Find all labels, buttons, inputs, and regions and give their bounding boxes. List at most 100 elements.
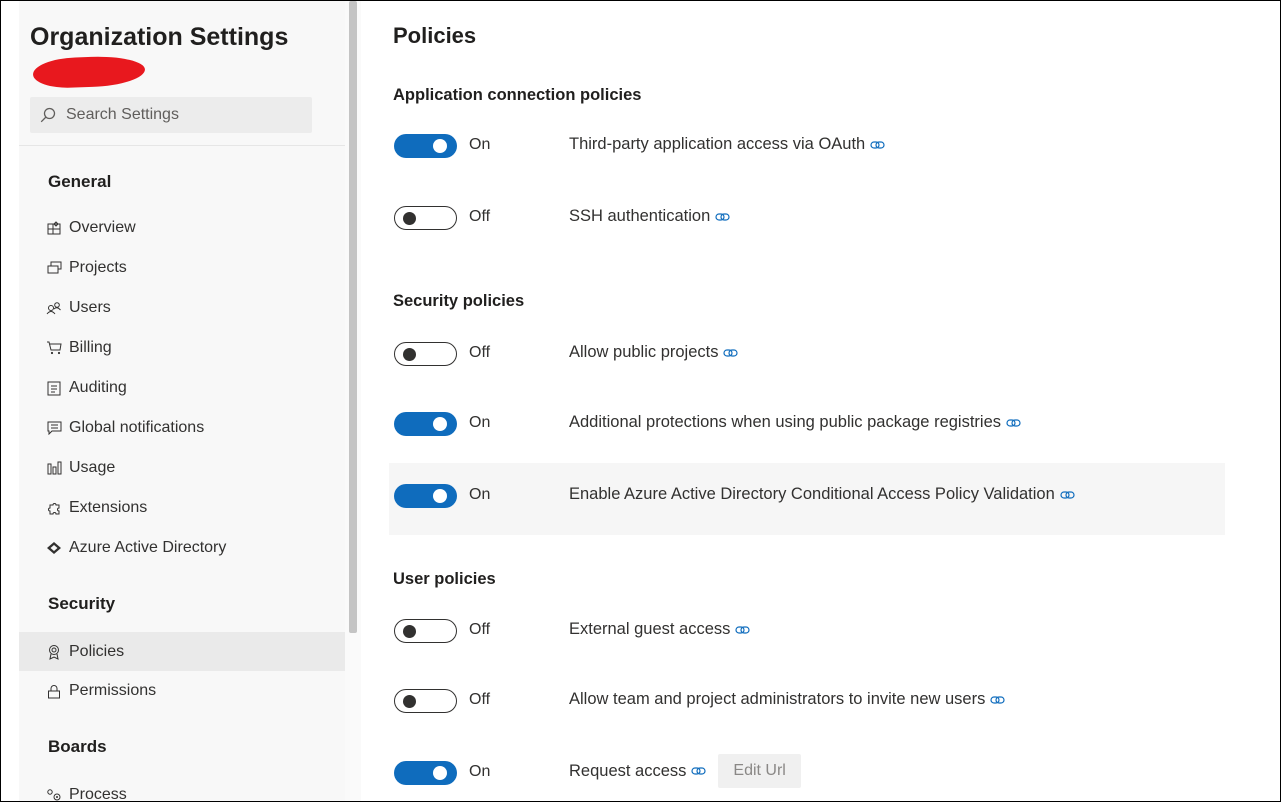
group-heading-boards: Boards [48,737,107,756]
sidebar-item-process[interactable]: Process [19,776,345,802]
link-icon[interactable] [1060,490,1075,500]
guest-access-toggle[interactable] [394,619,457,643]
sidebar-item-azure-active-directory[interactable]: Azure Active Directory [19,529,345,567]
section-heading-user: User policies [393,570,496,588]
link-icon[interactable] [691,766,707,776]
sidebar-item-usage[interactable]: Usage [19,449,345,487]
search-icon [40,107,56,123]
sidebar-scrollbar-thumb[interactable] [349,1,357,633]
aad-diamond-icon [45,541,63,555]
users-icon [45,301,63,315]
sidebar-item-label: Usage [69,459,116,476]
invite-users-toggle[interactable] [394,689,457,713]
link-icon[interactable] [870,140,885,150]
sidebar-item-users[interactable]: Users [19,289,345,327]
redacted-organization-name [32,55,146,89]
usage-chart-icon [45,461,63,475]
sidebar-item-policies[interactable]: Policies [19,632,345,671]
link-icon[interactable] [990,695,1005,705]
policy-label-text: Allow team and project administrators to… [569,690,986,708]
sidebar-item-auditing[interactable]: Auditing [19,369,345,407]
policy-label: SSH authentication [569,207,730,226]
sidebar-item-label: Azure Active Directory [69,539,227,556]
sidebar-item-label: Auditing [69,379,127,396]
policy-row-request-access: On Request access Edit Url [389,749,1225,799]
sidebar-item-label: Billing [69,339,112,356]
policy-label: Allow team and project administrators to… [569,690,1005,709]
sidebar-item-label: Permissions [69,682,157,699]
search-settings-box[interactable] [30,97,312,133]
policy-row-public-projects: Off Allow public projects [389,329,1225,379]
conditional-access-toggle[interactable] [394,484,457,508]
link-icon[interactable] [735,625,751,635]
sidebar-divider [19,145,345,146]
policy-label: Additional protections when using public… [569,413,1021,432]
group-heading-security: Security [48,594,116,613]
policy-label-text: Request access [569,761,687,780]
policy-row-conditional-access: On Enable Azure Active Directory Conditi… [389,463,1225,535]
group-heading-general: General [48,172,112,191]
policy-label-text: Additional protections when using public… [569,413,1002,431]
chat-icon [45,421,63,435]
sidebar-item-global-notifications[interactable]: Global notifications [19,409,345,447]
sidebar-item-label: Extensions [69,499,148,516]
link-icon[interactable] [1006,418,1021,428]
policy-label: Allow public projects [569,343,739,362]
sidebar-item-label: Users [69,299,111,316]
link-icon[interactable] [715,212,730,222]
policy-label-text: SSH authentication [569,207,711,225]
sidebar-title: Organization Settings [30,23,289,51]
sidebar-item-label: Policies [69,642,125,660]
policy-label: External guest access [569,620,751,639]
toggle-state: On [469,136,491,153]
search-settings-input[interactable] [64,105,288,125]
process-icon [45,788,63,801]
link-icon[interactable] [723,348,739,358]
sidebar-item-label: Global notifications [69,419,205,436]
policy-label-text: Enable Azure Active Directory Conditiona… [569,485,1055,503]
toggle-state: On [469,414,491,431]
section-heading-security: Security policies [393,292,525,310]
sidebar-item-overview[interactable]: Overview [19,209,345,247]
toggle-state: Off [469,208,491,225]
oauth-toggle[interactable] [394,134,457,158]
sidebar-item-projects[interactable]: Projects [19,249,345,287]
toggle-state: On [469,763,491,780]
ribbon-icon [45,644,63,660]
policy-row-invite-users: Off Allow team and project administrator… [389,676,1225,726]
puzzle-icon [45,501,63,516]
ssh-toggle[interactable] [394,206,457,230]
policy-label: Request access Edit Url [569,754,801,788]
policy-row-guest-access: Off External guest access [389,606,1225,656]
lock-icon [45,684,63,699]
sidebar-item-permissions[interactable]: Permissions [19,672,345,710]
request-access-toggle[interactable] [394,761,457,785]
audit-log-icon [45,381,63,396]
toggle-state: On [469,486,491,503]
settings-sidebar: Organization Settings General Overview P… [19,1,345,802]
projects-icon [45,261,63,275]
app-window: Organization Settings General Overview P… [0,0,1281,802]
section-heading-application-connection: Application connection policies [393,86,642,104]
toggle-state: Off [469,344,491,361]
sidebar-item-billing[interactable]: Billing [19,329,345,367]
sidebar-item-label: Projects [69,259,127,276]
policy-label-text: Third-party application access via OAuth [569,135,866,153]
sidebar-item-label: Overview [69,219,136,236]
page-title: Policies [393,23,477,48]
cart-icon [45,341,63,355]
public-projects-toggle[interactable] [394,342,457,366]
package-registries-toggle[interactable] [394,412,457,436]
policy-label-text: Allow public projects [569,343,719,361]
policy-row-ssh: Off SSH authentication [389,193,1225,243]
sidebar-item-label: Process [69,786,127,802]
policy-row-oauth: On Third-party application access via OA… [389,121,1225,171]
policy-label-text: External guest access [569,620,731,638]
overview-icon [45,221,63,235]
toggle-state: Off [469,621,491,638]
sidebar-item-extensions[interactable]: Extensions [19,489,345,527]
toggle-state: Off [469,691,491,708]
sidebar-scrollbar[interactable] [345,1,361,801]
edit-url-button[interactable]: Edit Url [718,754,801,788]
policy-label: Third-party application access via OAuth [569,135,885,154]
